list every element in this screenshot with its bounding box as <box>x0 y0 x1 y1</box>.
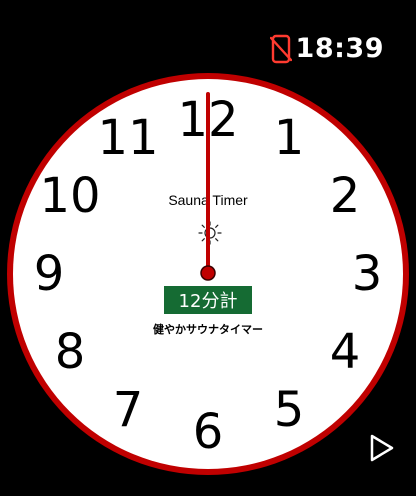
numeral-6: 6 <box>193 404 224 460</box>
minute-hand-hub <box>200 265 216 281</box>
numeral-9: 9 <box>34 246 65 302</box>
timer-badge-label: 12分計 <box>179 291 238 312</box>
status-bar: 18:39 <box>269 33 384 64</box>
numeral-5: 5 <box>274 382 305 438</box>
numeral-7: 7 <box>113 382 144 438</box>
phone-disconnected-icon <box>269 34 292 64</box>
status-time: 18:39 <box>295 33 384 64</box>
numeral-4: 4 <box>330 324 361 380</box>
numeral-3: 3 <box>352 246 383 302</box>
numeral-1: 1 <box>274 110 305 166</box>
numeral-8: 8 <box>55 324 86 380</box>
numeral-10: 10 <box>39 168 100 224</box>
numeral-2: 2 <box>330 168 361 224</box>
clock-face: 12 1 2 3 4 5 6 7 8 9 10 11 Sauna Timer 1… <box>7 73 409 475</box>
brand-name: 健やかサウナタイマー <box>153 322 263 336</box>
numeral-11: 11 <box>97 110 158 166</box>
play-button[interactable] <box>364 430 398 466</box>
play-icon <box>370 434 394 462</box>
